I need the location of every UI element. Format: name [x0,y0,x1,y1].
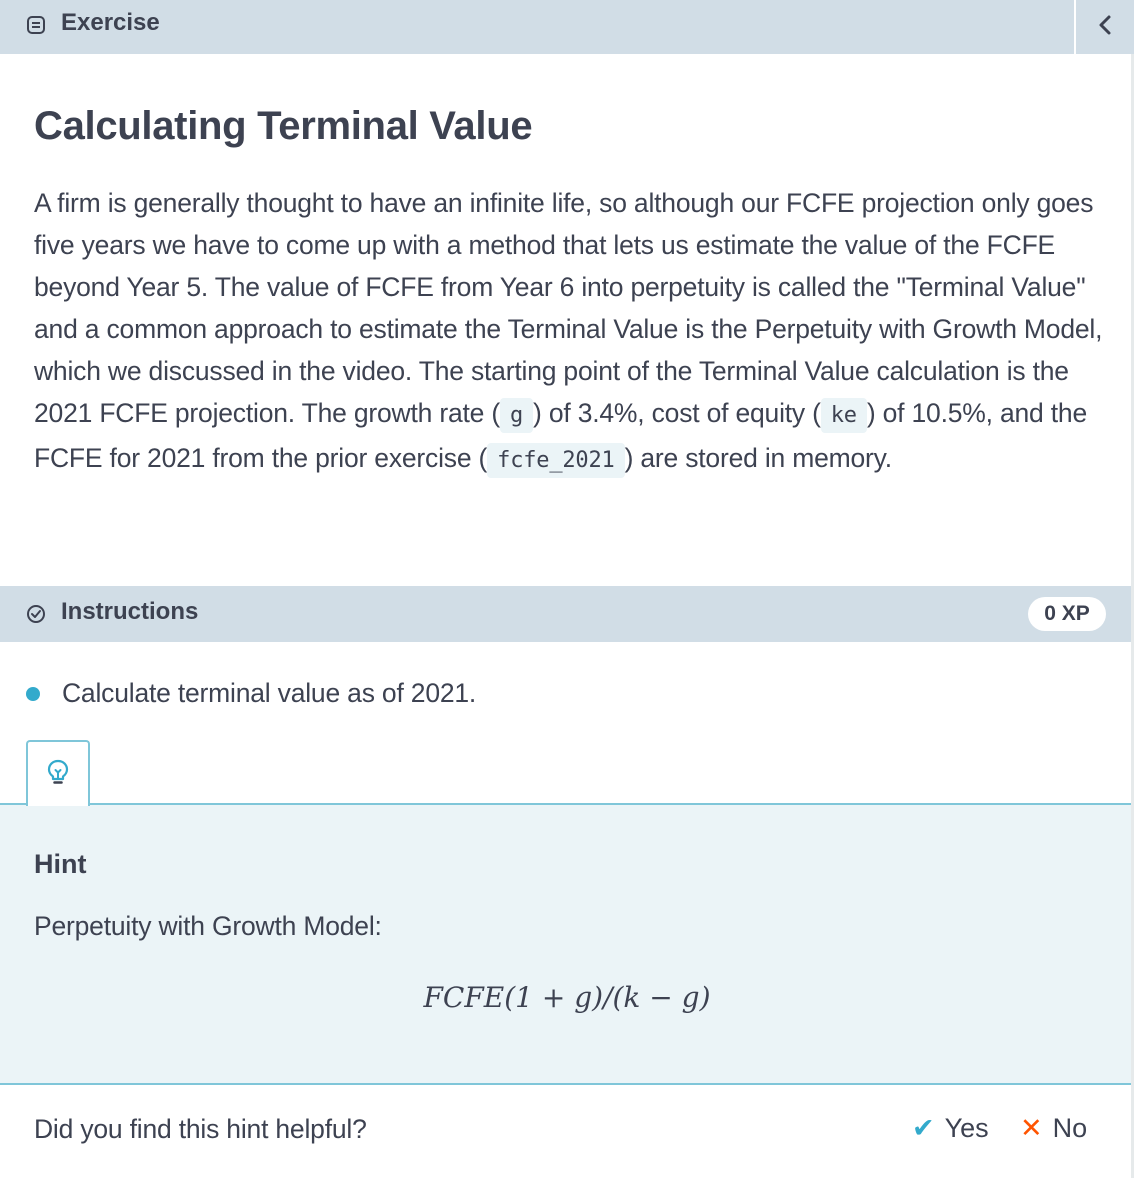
hint-formula: FCFE(1 + g)/(k − g) [423,981,711,1014]
feedback-yes-button[interactable]: ✔ Yes [912,1113,989,1144]
feedback-no-button[interactable]: ✕ No [1020,1113,1087,1144]
feedback-no-label: No [1052,1113,1088,1143]
instructions-header: Instructions [0,586,1134,642]
feedback-question: Did you find this hint helpful? [34,1114,367,1144]
exercise-title: Calculating Terminal Value [34,104,533,148]
bullet-icon [26,686,40,701]
instructions-title: Instructions [61,598,199,625]
exercise-header-title: Exercise [61,9,160,36]
description-text-2: ) of 3.4%, cost of equity ( [533,398,821,428]
hint-panel: Hint Perpetuity with Growth Model: FCFE(… [0,805,1134,1083]
list-item: Calculate terminal value as of 2021. [26,678,476,709]
check-circle-icon [26,604,46,624]
close-icon: ✕ [1020,1113,1043,1143]
feedback-yes-label: Yes [944,1113,989,1143]
hint-text: Perpetuity with Growth Model: [34,911,382,941]
code-ke: ke [820,398,867,433]
exercise-header: Exercise [0,0,1134,54]
collapse-panel-button[interactable] [1074,0,1134,54]
xp-badge: 0 XP [1028,597,1106,631]
hint-title: Hint [34,849,87,879]
instruction-text: Calculate terminal value as of 2021. [62,678,477,708]
description-text-4: ) are stored in memory. [624,443,893,473]
exercise-description: A firm is generally thought to have an i… [34,182,1104,482]
checkmark-icon: ✔ [912,1113,935,1143]
description-text-1: A firm is generally thought to have an i… [34,188,1103,428]
lightbulb-icon [46,758,70,791]
chevron-left-icon [1097,13,1113,42]
instruction-list: Calculate terminal value as of 2021. [0,642,1134,740]
code-fcfe-2021: fcfe_2021 [487,443,625,478]
exercise-content: Calculating Terminal Value A firm is gen… [0,54,1134,586]
exercise-icon [26,15,46,35]
hint-feedback: Did you find this hint helpful? ✔ Yes ✕ … [0,1085,1134,1178]
hint-tab[interactable] [26,740,90,806]
code-g: g [500,398,534,433]
